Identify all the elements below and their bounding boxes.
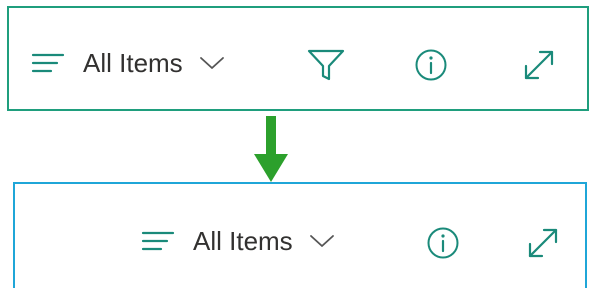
filter-icon [307, 48, 345, 82]
info-icon [426, 226, 460, 260]
hamburger-lines-icon [141, 229, 175, 253]
view-selector[interactable]: All Items [31, 48, 225, 78]
expand-button[interactable] [521, 47, 557, 83]
chevron-down-icon [199, 55, 225, 71]
comparison-stage: All Items All Items [0, 0, 597, 288]
expand-icon [525, 225, 561, 261]
filter-button[interactable] [307, 48, 345, 82]
expand-button[interactable] [525, 225, 561, 261]
chevron-down-icon [309, 233, 335, 249]
view-selector[interactable]: All Items [141, 226, 335, 256]
info-icon [414, 48, 448, 82]
expand-icon [521, 47, 557, 83]
arrow-down-icon [254, 116, 288, 184]
info-button[interactable] [426, 226, 460, 260]
info-button[interactable] [414, 48, 448, 82]
toolbar-before: All Items [7, 6, 589, 111]
view-selector-label: All Items [83, 48, 183, 78]
toolbar-after: All Items [13, 182, 587, 288]
view-selector-label: All Items [193, 226, 293, 256]
hamburger-lines-icon [31, 51, 65, 75]
